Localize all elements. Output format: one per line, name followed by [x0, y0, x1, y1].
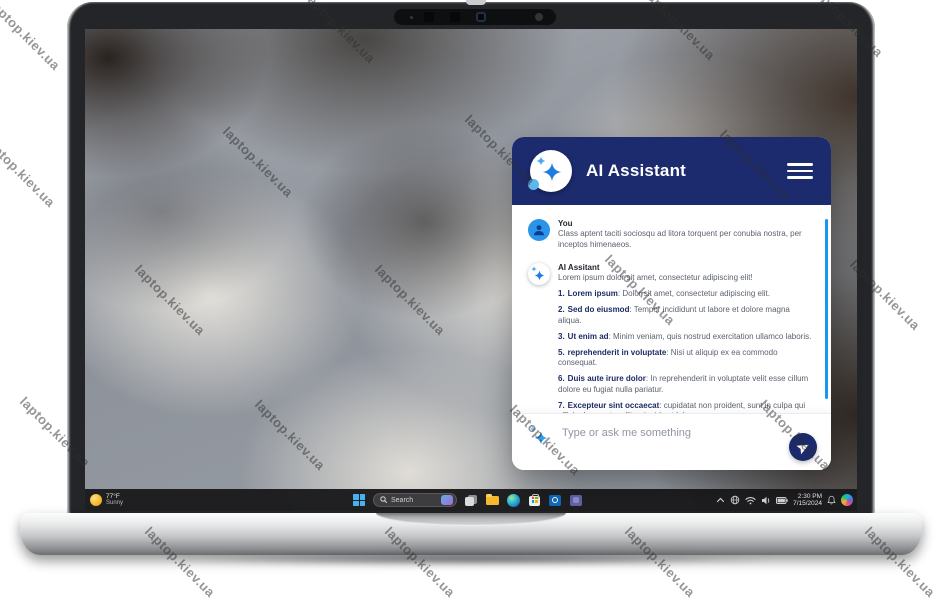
sensor-window [424, 12, 434, 22]
list-item: 3.Ut enim ad: Minim veniam, quis nostrud… [558, 332, 814, 343]
clock-date: 7/15/2024 [793, 500, 822, 508]
scrollbar[interactable] [825, 219, 828, 399]
volume-icon[interactable] [761, 496, 771, 505]
send-button[interactable] [789, 433, 817, 461]
list-item: 1.Lorem ipsum: Dolor sit amet, consectet… [558, 289, 814, 300]
laptop-base [20, 513, 922, 555]
wifi-icon[interactable] [745, 496, 756, 505]
message-you: You Class aptent taciti sociosqu ad lito… [528, 219, 815, 250]
notification-bell-icon[interactable] [827, 495, 836, 505]
ambient-sensor [535, 13, 543, 21]
search-icon [380, 496, 388, 504]
edge-icon[interactable] [507, 494, 520, 507]
sparkle-small-icon [531, 266, 537, 272]
list-term: reprehenderit in voluptate [568, 348, 667, 357]
list-number: 2. [558, 305, 565, 314]
search-daily-image [441, 495, 453, 505]
list-text: : Minim veniam, quis nostrud exercitatio… [609, 332, 812, 341]
chat-header: AI Assistant [512, 137, 831, 205]
copilot-icon[interactable] [841, 494, 853, 506]
laptop-shadow [34, 551, 908, 567]
list-item: 5.reprehenderit in voluptate: Nisi ut al… [558, 348, 814, 369]
sensor-window [450, 12, 460, 22]
list-item: 6.Duis aute irure dolor: In reprehenderi… [558, 374, 814, 395]
list-number: 6. [558, 374, 565, 383]
store-icon[interactable] [528, 494, 541, 507]
message-text: Class aptent taciti sociosqu ad litora t… [558, 229, 814, 250]
camera-bar [394, 9, 556, 25]
list-term: Excepteur sint occaecat [568, 401, 660, 410]
list-term: Lorem ipsum [568, 289, 618, 298]
message-assistant: AI Assitant Lorem ipsum dolor sit amet, … [528, 263, 815, 413]
taskbar-center: Search [353, 489, 583, 511]
weather-condition: Sunny [106, 500, 123, 507]
battery-icon[interactable] [776, 497, 788, 504]
message-author: AI Assitant [558, 263, 814, 273]
system-tray: 2:30 PM 7/15/2024 [716, 489, 853, 511]
sun-icon [90, 494, 102, 506]
task-view-icon[interactable] [465, 494, 478, 507]
list-number: 1. [558, 289, 565, 298]
list-term: Duis aute irure dolor [568, 374, 646, 383]
menu-button[interactable] [787, 163, 813, 179]
laptop-notch-tab [466, 0, 486, 5]
outlook-icon[interactable] [549, 494, 562, 507]
sparkle-small-icon [536, 156, 546, 166]
watermark: laptop.kiev.ua [0, 0, 63, 73]
list-item: 2.Sed do eiusmod: Tempor incididunt ut l… [558, 305, 814, 326]
network-globe-icon[interactable] [730, 495, 740, 505]
person-icon [532, 223, 546, 237]
webcam-lens-icon [476, 12, 486, 22]
clock-time: 2:30 PM [798, 493, 822, 501]
windows-start-button[interactable] [353, 494, 365, 506]
weather-widget[interactable]: 77°F Sunny [90, 489, 123, 511]
ai-assistant-panel: AI Assistant You Class aptent taciti soc… [512, 137, 831, 470]
message-input[interactable] [560, 426, 794, 440]
panel-title: AI Assistant [586, 161, 686, 181]
assistant-avatar [530, 150, 572, 192]
search-label: Search [391, 497, 413, 504]
microphone-dot [410, 16, 413, 19]
search-box[interactable]: Search [373, 493, 457, 507]
weather-temp: 77°F [106, 493, 123, 500]
file-explorer-icon[interactable] [486, 494, 499, 507]
list-item: 7.Excepteur sint occaecat: cupidatat non… [558, 401, 814, 414]
message-intro: Lorem ipsum dolor sit amet, consectetur … [558, 273, 814, 284]
chat-input-bar [512, 413, 831, 470]
list-number: 3. [558, 332, 565, 341]
list-term: Ut enim ad [568, 332, 609, 341]
watermark: laptop.kiev.ua [0, 134, 58, 210]
assistant-message-avatar [528, 263, 550, 285]
status-dot [528, 179, 539, 190]
teams-icon[interactable] [570, 494, 583, 507]
list-number: 5. [558, 348, 565, 357]
paper-plane-icon [794, 438, 812, 456]
user-avatar [528, 219, 550, 241]
list-term: Sed do eiusmod [568, 305, 630, 314]
clock[interactable]: 2:30 PM 7/15/2024 [793, 493, 822, 508]
message-author: You [558, 219, 814, 229]
chevron-up-icon[interactable] [716, 497, 725, 503]
input-sparkle-icon [529, 425, 551, 447]
list-text: : Dolor sit amet, consectetur adipiscing… [618, 289, 770, 298]
lid-thumb-scoop [376, 513, 566, 526]
messages-area: You Class aptent taciti sociosqu ad lito… [512, 205, 831, 413]
hamburger-icon [787, 163, 813, 166]
list-number: 7. [558, 401, 565, 410]
taskbar: 77°F Sunny Search [85, 489, 857, 511]
